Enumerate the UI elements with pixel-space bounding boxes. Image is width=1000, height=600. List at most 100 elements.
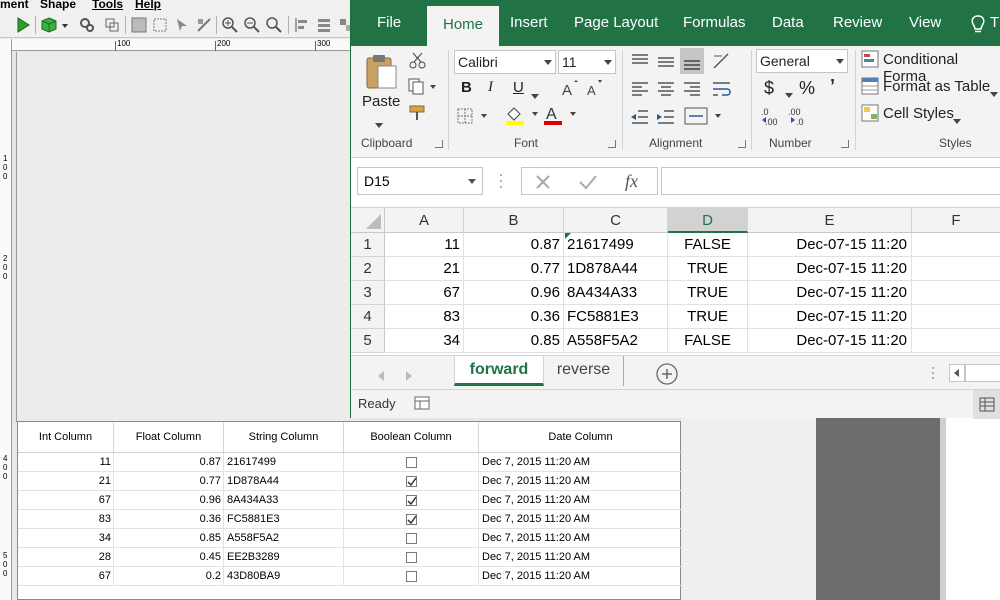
grid-cell-int[interactable]: 11 [18, 453, 114, 471]
tell-me-text[interactable]: T [990, 14, 999, 31]
cell-e[interactable]: Dec-07-15 11:20 [748, 329, 912, 353]
clipboard-launcher-icon[interactable] [435, 140, 443, 148]
enter-check-icon[interactable] [578, 173, 598, 191]
wrap-text-icon[interactable] [710, 78, 734, 100]
grid-cell-boolean[interactable] [344, 510, 479, 528]
cell-d[interactable]: TRUE [668, 281, 748, 305]
hscroll-left-button[interactable] [949, 364, 965, 382]
increase-indent-icon[interactable] [654, 106, 678, 128]
grow-font-icon[interactable]: A [560, 80, 580, 99]
menu-item-help[interactable]: Help [135, 0, 161, 10]
add-sheet-icon[interactable] [656, 363, 678, 385]
row-header[interactable]: 2 [351, 257, 385, 281]
grid-cell-string[interactable]: A558F5A2 [224, 529, 344, 547]
row-header[interactable]: 1 [351, 233, 385, 257]
tab-formulas[interactable]: Formulas [683, 14, 746, 31]
tab-page-layout[interactable]: Page Layout [574, 14, 658, 31]
grid-cell-int[interactable]: 83 [18, 510, 114, 528]
menu-item-shape[interactable]: Shape [40, 0, 76, 10]
merge-center-icon[interactable] [683, 104, 727, 128]
grid-cell-string[interactable]: 1D878A44 [224, 472, 344, 490]
checkbox-unchecked[interactable] [406, 457, 417, 468]
formula-bar-grip-icon[interactable] [499, 172, 503, 190]
grid-header-boolean[interactable]: Boolean Column [344, 422, 479, 452]
cell-d[interactable]: TRUE [668, 257, 748, 281]
pointer-icon[interactable] [173, 16, 191, 34]
frame-icon[interactable] [151, 16, 169, 34]
alignment-launcher-icon[interactable] [738, 140, 746, 148]
align-middle-icon[interactable] [654, 50, 678, 72]
shrink-font-icon[interactable]: A [585, 80, 605, 98]
copy-icon[interactable] [408, 78, 438, 96]
font-color-icon[interactable]: A [543, 104, 583, 126]
menu-item-document[interactable]: ment [0, 0, 29, 10]
grid-cell-int[interactable]: 34 [18, 529, 114, 547]
gears-icon[interactable] [78, 16, 96, 34]
cell-a[interactable]: 67 [385, 281, 464, 305]
cell-b[interactable]: 0.85 [464, 329, 564, 353]
align-bottom-icon[interactable] [680, 48, 704, 74]
grid-cell-boolean[interactable] [344, 453, 479, 471]
row-header[interactable]: 5 [351, 329, 385, 353]
column-header-d[interactable]: D [668, 208, 748, 233]
select-all-button[interactable] [351, 208, 385, 233]
column-header-a[interactable]: A [385, 208, 464, 233]
fill-color-icon[interactable] [504, 104, 544, 126]
number-format-dropdown[interactable]: General [756, 49, 848, 73]
zoom-in-icon[interactable] [221, 16, 239, 34]
cell-a[interactable]: 34 [385, 329, 464, 353]
align-icon[interactable] [293, 16, 311, 34]
zoom-out-icon[interactable] [243, 16, 261, 34]
column-header-f[interactable]: F [912, 208, 1000, 233]
checkbox-checked[interactable] [406, 495, 417, 506]
underline-button[interactable]: U [513, 79, 524, 96]
grid-cell-date[interactable]: Dec 7, 2015 11:20 AM [479, 567, 682, 585]
cell-e[interactable]: Dec-07-15 11:20 [748, 281, 912, 305]
normal-view-button[interactable] [973, 390, 1000, 419]
group-icon[interactable] [130, 16, 148, 34]
drawing-page[interactable] [16, 52, 353, 422]
cell-b[interactable]: 0.77 [464, 257, 564, 281]
data-grid-table[interactable]: Int Column Float Column String Column Bo… [17, 421, 682, 600]
grid-cell-int[interactable]: 67 [18, 491, 114, 509]
tab-data[interactable]: Data [772, 14, 804, 31]
sheet-tab-reverse[interactable]: reverse [544, 356, 624, 386]
grid-cell-string[interactable]: FC5881E3 [224, 510, 344, 528]
format-as-table-button[interactable]: Format as Table [883, 78, 990, 95]
column-header-c[interactable]: C [564, 208, 668, 233]
cell-b[interactable]: 0.96 [464, 281, 564, 305]
tab-split-grip-icon[interactable] [931, 366, 935, 380]
tab-insert[interactable]: Insert [510, 14, 548, 31]
paste-icon[interactable] [363, 52, 399, 92]
insert-function-icon[interactable]: fx [623, 170, 645, 192]
checkbox-unchecked[interactable] [406, 552, 417, 563]
grid-cell-boolean[interactable] [344, 529, 479, 547]
italic-button[interactable]: I [488, 79, 493, 96]
chevron-down-icon[interactable] [60, 16, 70, 34]
cut-icon[interactable] [408, 52, 428, 70]
name-box[interactable]: D15 [357, 167, 483, 195]
cell-c[interactable]: FC5881E3 [564, 305, 668, 329]
row-header[interactable]: 4 [351, 305, 385, 329]
grid-row[interactable]: 28 0.45 EE2B3289 Dec 7, 2015 11:20 AM [18, 548, 682, 567]
bold-button[interactable]: B [461, 79, 472, 96]
font-size-dropdown[interactable]: 11 [558, 50, 616, 74]
scroll-sheets-right-icon[interactable] [405, 368, 413, 381]
worksheet-grid[interactable]: A B C D E F 1 11 0.87 21617499 FALSE Dec-07-1… [351, 208, 1000, 355]
horizontal-scrollbar[interactable] [965, 364, 1000, 382]
align-center-icon[interactable] [654, 78, 678, 100]
paste-button[interactable]: Paste [362, 93, 400, 110]
scroll-sheets-left-icon[interactable] [377, 368, 385, 381]
cell-c[interactable]: 8A434A33 [564, 281, 668, 305]
format-as-table-icon[interactable] [861, 77, 879, 95]
chevron-down-icon[interactable] [953, 112, 961, 124]
macro-record-icon[interactable] [414, 395, 430, 411]
grid-cell-float[interactable]: 0.96 [114, 491, 224, 509]
cell-f[interactable] [912, 257, 1000, 281]
formula-input[interactable] [661, 167, 1000, 195]
grid-cell-boolean[interactable] [344, 548, 479, 566]
orientation-icon[interactable] [710, 50, 734, 72]
play-icon[interactable] [14, 16, 32, 34]
cell-a[interactable]: 11 [385, 233, 464, 257]
grid-header-float[interactable]: Float Column [114, 422, 224, 452]
